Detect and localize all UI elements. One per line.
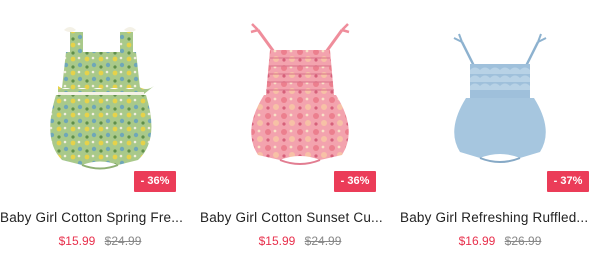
sale-price: $15.99	[258, 234, 296, 248]
product-title[interactable]: Baby Girl Refreshing Ruffled...	[400, 210, 600, 225]
product-grid: - 36% Baby Girl Cotton Spring Fre... $15…	[0, 0, 600, 266]
sale-price: $16.99	[458, 234, 496, 248]
price-row: $16.99 $26.99	[400, 234, 600, 248]
pink-floral-romper-image[interactable]: - 36%	[200, 0, 400, 195]
denim-ruffled-romper-image[interactable]: - 37%	[400, 0, 600, 195]
discount-badge: - 37%	[547, 171, 589, 192]
product-card[interactable]: - 36% Baby Girl Cotton Spring Fre... $15…	[0, 0, 200, 266]
original-price: $24.99	[104, 234, 142, 248]
discount-badge: - 36%	[334, 171, 376, 192]
original-price: $26.99	[504, 234, 542, 248]
product-card[interactable]: - 36% Baby Girl Cotton Sunset Cu... $15.…	[200, 0, 400, 266]
sale-price: $15.99	[58, 234, 96, 248]
green-floral-romper-image[interactable]: - 36%	[0, 0, 200, 195]
product-title[interactable]: Baby Girl Cotton Sunset Cu...	[200, 210, 400, 225]
product-title[interactable]: Baby Girl Cotton Spring Fre...	[0, 210, 200, 225]
price-row: $15.99 $24.99	[200, 234, 400, 248]
price-row: $15.99 $24.99	[0, 234, 200, 248]
product-card[interactable]: - 37% Baby Girl Refreshing Ruffled... $1…	[400, 0, 600, 266]
discount-badge: - 36%	[134, 171, 176, 192]
original-price: $24.99	[304, 234, 342, 248]
